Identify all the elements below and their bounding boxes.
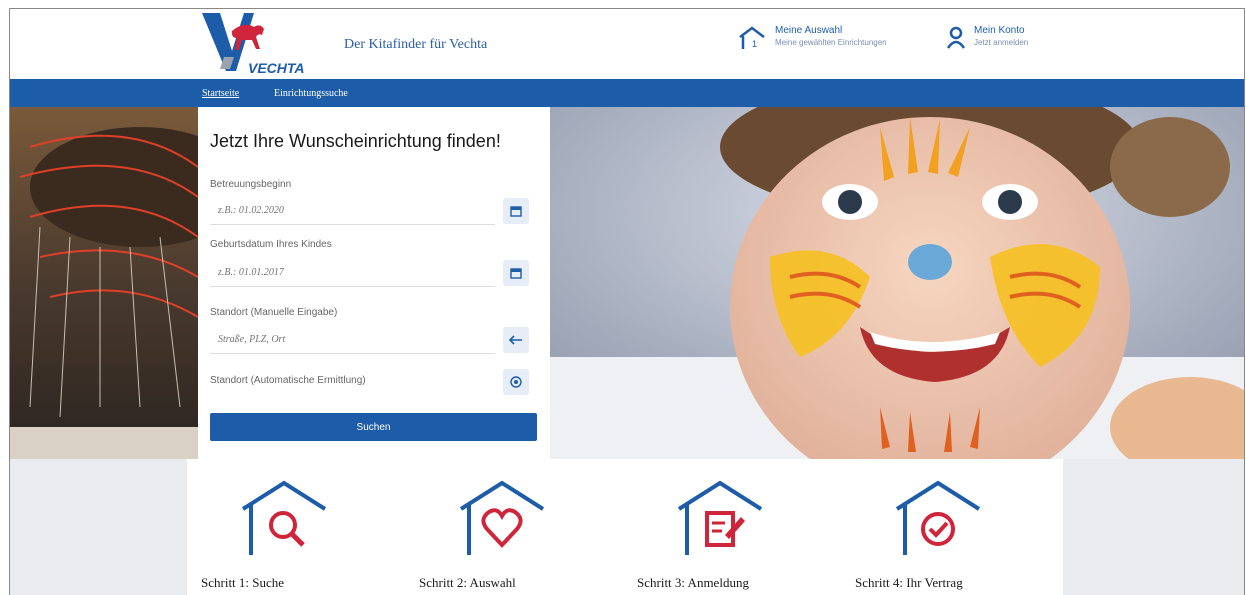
my-selection-title: Meine Auswahl xyxy=(775,25,843,36)
house-search-icon xyxy=(241,480,327,555)
house-check-icon xyxy=(895,480,981,555)
step-1-label: Schritt 1: Suche xyxy=(201,575,285,590)
my-account-title: Mein Konto xyxy=(974,25,1025,36)
crosshair-icon xyxy=(510,376,522,388)
my-account-subtitle: Jetzt anmelden xyxy=(974,38,1029,47)
nav-startseite[interactable]: Startseite xyxy=(202,88,239,99)
calendar-icon xyxy=(510,268,522,279)
steps-panel: Schritt 1: Suche Schritt 2: Auswahl Schr… xyxy=(187,459,1063,595)
location-manual-label: Standort (Manuelle Eingabe) xyxy=(210,307,338,318)
form-title: Jetzt Ihre Wunscheinrichtung finden! xyxy=(210,131,501,151)
start-date-input[interactable] xyxy=(210,197,495,225)
user-icon xyxy=(946,26,966,49)
house-selection-icon: 1 xyxy=(739,26,765,49)
step-2-selection[interactable]: Schritt 2: Auswahl xyxy=(419,479,579,595)
calendar-icon xyxy=(510,206,522,217)
search-form-card: Jetzt Ihre Wunscheinrichtung finden! Bet… xyxy=(198,107,550,459)
my-selection-link[interactable]: 1 Meine Auswahl Meine gewählten Einricht… xyxy=(737,25,887,51)
birth-date-label: Geburtsdatum Ihres Kindes xyxy=(210,239,332,250)
location-submit-button[interactable] xyxy=(503,327,529,353)
logo-text: VECHTA xyxy=(248,60,305,76)
locate-me-button[interactable] xyxy=(503,369,529,395)
page-frame: VECHTA Der Kitafinder für Vechta 1 Meine… xyxy=(9,8,1245,595)
step-2-label: Schritt 2: Auswahl xyxy=(419,575,516,590)
birth-date-input[interactable] xyxy=(210,259,495,287)
step-4-contract[interactable]: Schritt 4: Ihr Vertrag xyxy=(855,479,1015,595)
step-3-registration[interactable]: Schritt 3: Anmeldung xyxy=(637,479,797,595)
vechta-logo[interactable]: VECHTA xyxy=(198,11,318,77)
nav-einrichtungssuche[interactable]: Einrichtungssuche xyxy=(274,88,348,99)
house-document-edit-icon xyxy=(677,480,763,555)
start-date-calendar-button[interactable] xyxy=(503,198,529,224)
site-header: VECHTA Der Kitafinder für Vechta 1 Meine… xyxy=(10,9,1244,79)
location-input[interactable] xyxy=(210,326,495,354)
carousel-photo xyxy=(10,107,198,459)
house-heart-icon xyxy=(459,480,545,555)
child-facepaint-photo xyxy=(550,107,1244,459)
main-nav: Startseite Einrichtungssuche xyxy=(10,79,1244,107)
my-selection-subtitle: Meine gewählten Einrichtungen xyxy=(775,38,887,47)
step-3-label: Schritt 3: Anmeldung xyxy=(637,575,749,590)
steps-section: Schritt 1: Suche Schritt 2: Auswahl Schr… xyxy=(10,459,1244,595)
site-tagline: Der Kitafinder für Vechta xyxy=(344,37,488,52)
birth-date-calendar-button[interactable] xyxy=(503,260,529,286)
step-1-search[interactable]: Schritt 1: Suche xyxy=(201,479,361,595)
step-4-label: Schritt 4: Ihr Vertrag xyxy=(855,575,963,590)
start-date-label: Betreuungsbeginn xyxy=(210,179,292,190)
enter-arrow-icon xyxy=(509,335,522,345)
hero-section: Jetzt Ihre Wunscheinrichtung finden! Bet… xyxy=(10,107,1244,459)
my-account-link[interactable]: Mein Konto Jetzt anmelden xyxy=(946,25,1028,49)
location-auto-label: Standort (Automatische Ermittlung) xyxy=(210,375,366,386)
search-button[interactable]: Suchen xyxy=(210,413,537,441)
selection-count: 1 xyxy=(752,39,757,49)
